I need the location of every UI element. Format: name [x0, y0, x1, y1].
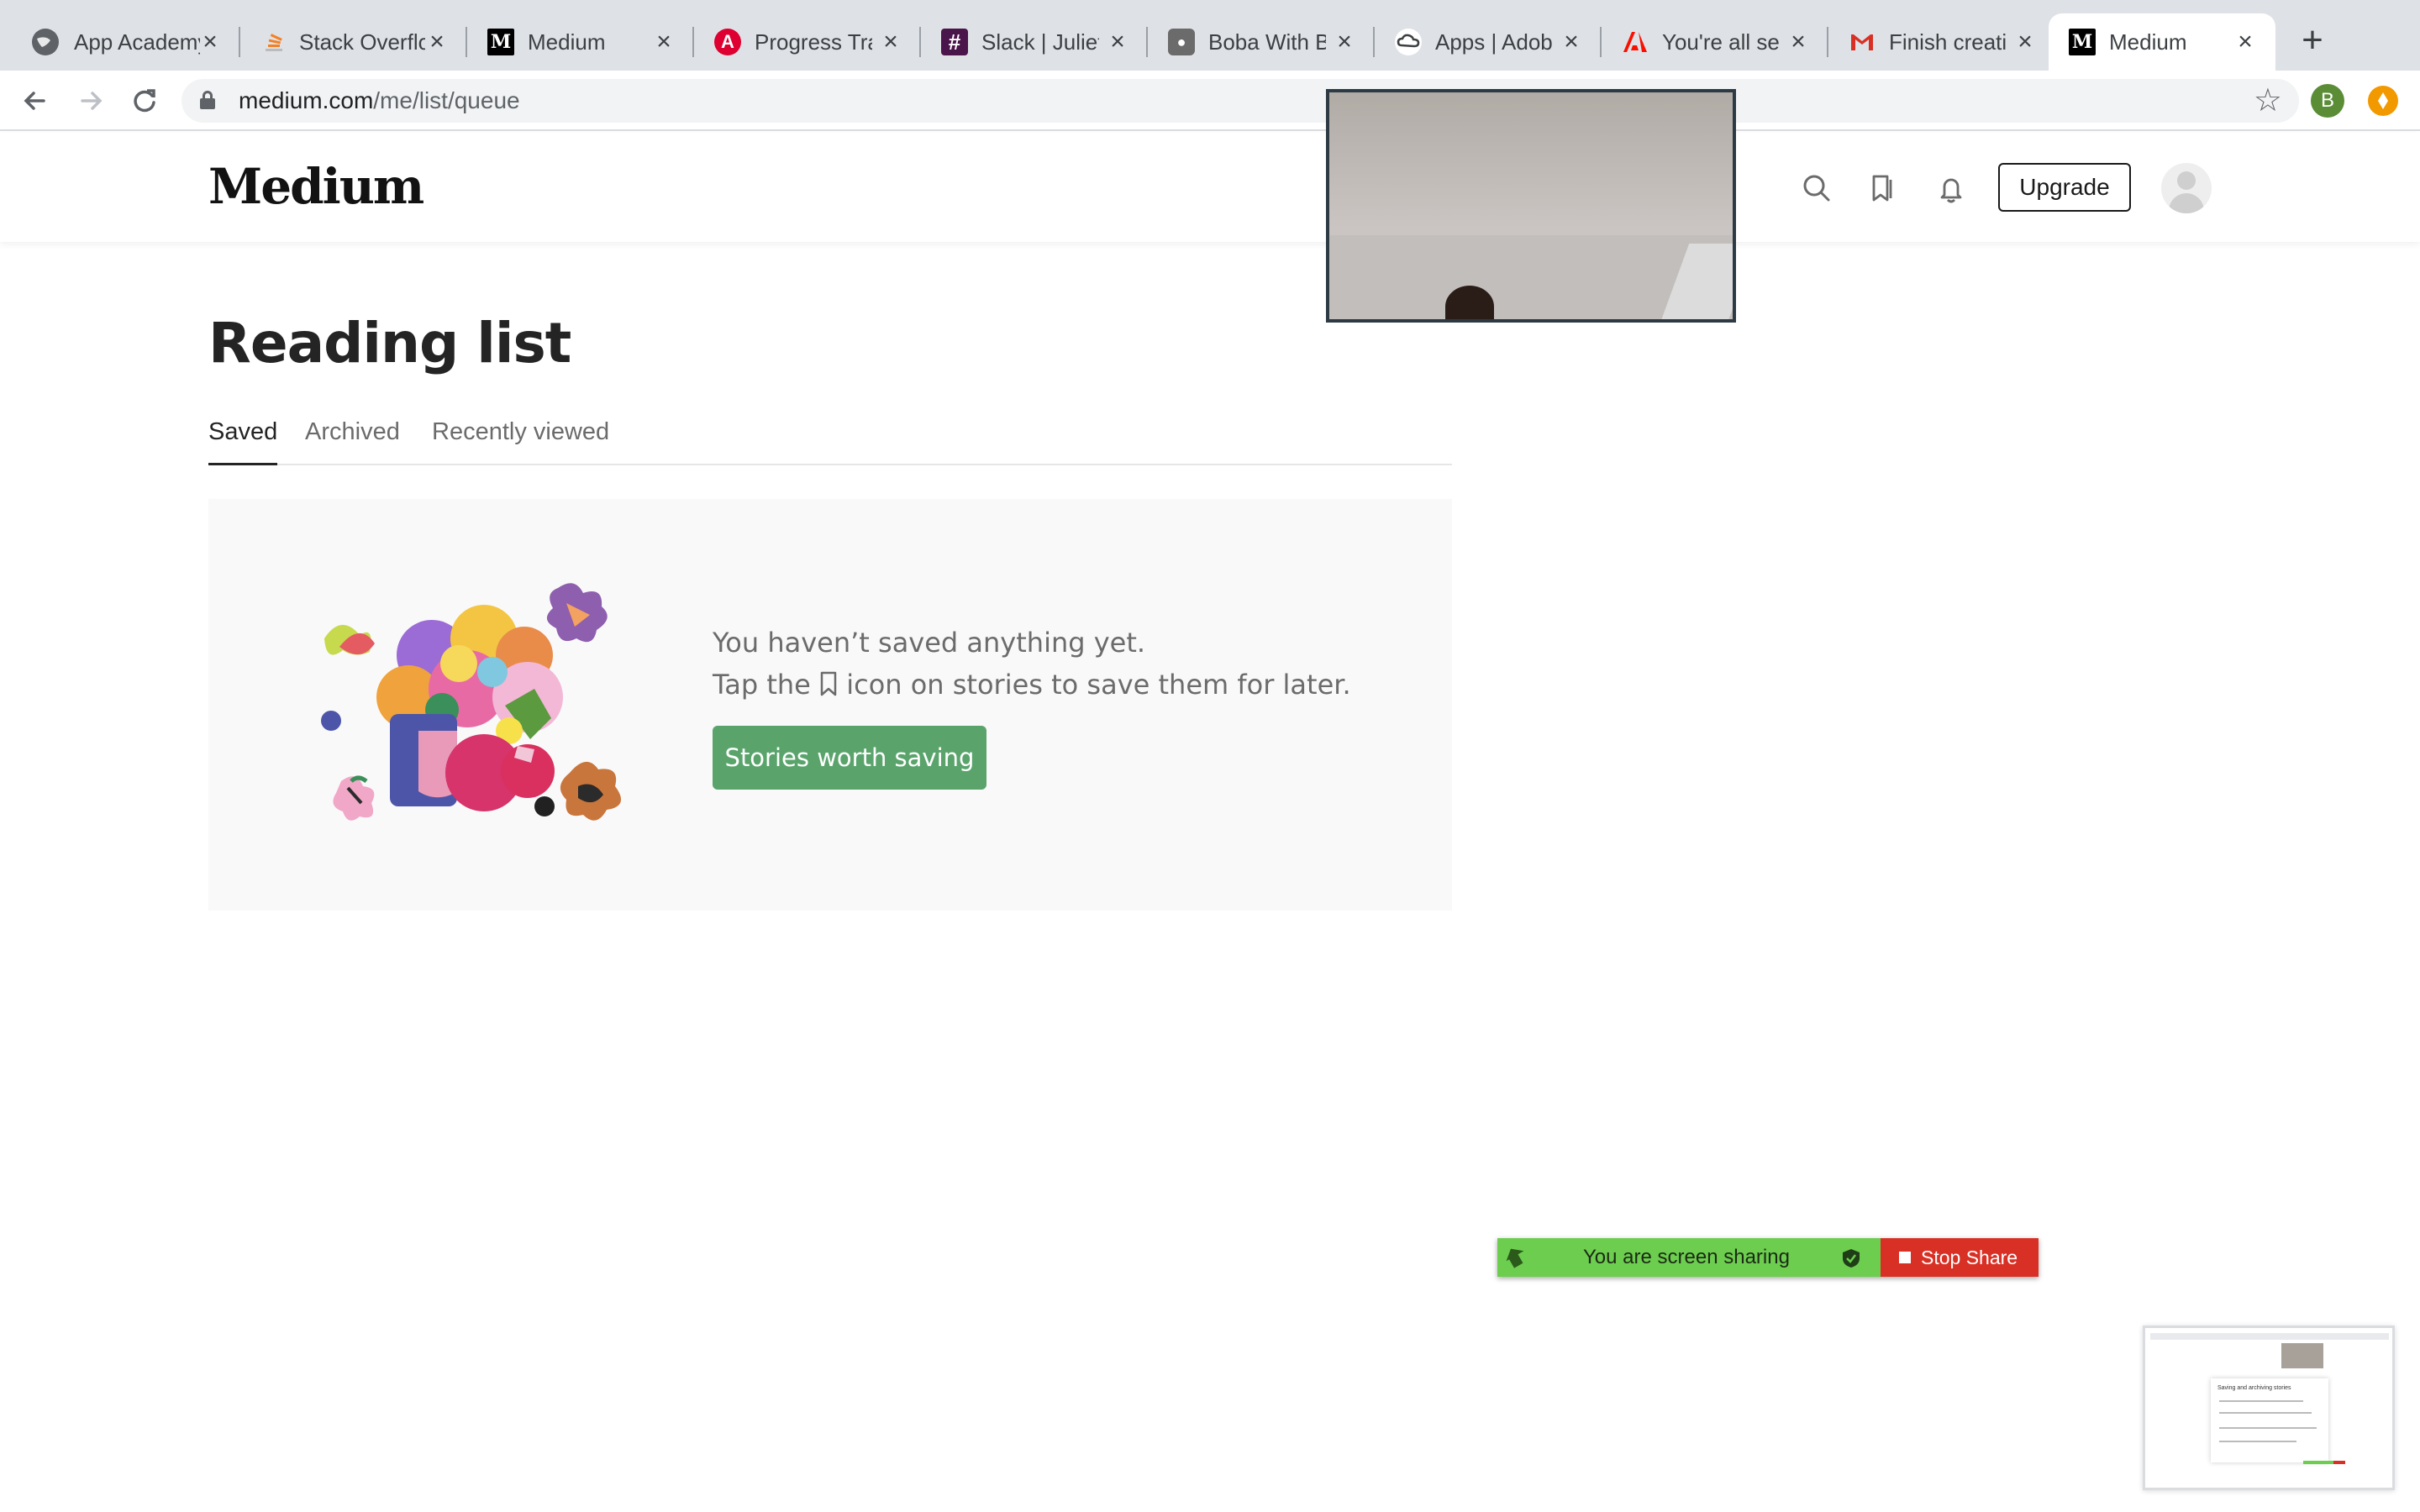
stackoverflow-icon — [260, 29, 287, 55]
thumbnail-modal-line — [2219, 1441, 2296, 1442]
close-icon[interactable]: × — [1556, 27, 1586, 57]
globe-icon — [32, 29, 59, 55]
thumbnail-modal-line — [2219, 1412, 2312, 1414]
screen-share-bar: You are screen sharing Stop Share — [1497, 1238, 2039, 1277]
video-person — [1445, 286, 1494, 319]
shield-check-icon — [1843, 1249, 1860, 1268]
forward-button[interactable] — [72, 82, 109, 119]
close-icon[interactable]: × — [422, 27, 452, 57]
stop-share-label: Stop Share — [1921, 1247, 2018, 1268]
slack-icon: # — [941, 29, 968, 55]
tab-saved[interactable]: Saved — [208, 415, 278, 465]
url-domain: medium.com — [239, 87, 374, 113]
stories-worth-saving-button[interactable]: Stories worth saving — [713, 726, 986, 790]
medium-icon: M — [487, 29, 514, 55]
close-icon[interactable]: × — [1329, 27, 1360, 57]
extension-icon[interactable] — [2368, 86, 2398, 116]
screen-preview-thumbnail[interactable]: Saving and archiving stories — [2143, 1326, 2395, 1490]
thumbnail-modal-line — [2219, 1427, 2317, 1429]
notifications-bell-icon[interactable] — [1934, 171, 1968, 205]
browser-tab-progress-tracker[interactable]: A Progress Tracker × — [694, 13, 921, 71]
tab-title: Medium — [2109, 29, 2187, 55]
browser-tab-stack-overflow[interactable]: Stack Overflow × — [240, 13, 467, 71]
thumbnail-share-red — [2333, 1461, 2345, 1464]
profile-avatar[interactable]: B — [2311, 84, 2344, 118]
empty-state-line2-start: Tap the — [713, 669, 811, 701]
close-icon[interactable]: × — [649, 27, 679, 57]
tab-title: Slack | Juliet — [981, 29, 1099, 55]
browser-tab-app-academy[interactable]: App Academy × — [0, 13, 240, 71]
bookmark-icon — [820, 671, 837, 696]
tab-title: Stack Overflow — [299, 29, 425, 55]
user-avatar[interactable] — [2161, 163, 2212, 213]
address-bar[interactable]: medium.com/me/list/queue ☆ — [182, 79, 2299, 123]
share-status[interactable]: You are screen sharing — [1497, 1238, 1881, 1277]
tab-title: Finish creating — [1889, 29, 2007, 55]
browser-tab-medium[interactable]: M Medium × — [467, 13, 694, 71]
thumbnail-browser-bar — [2150, 1333, 2389, 1340]
tab-title: App Academy — [74, 29, 200, 55]
empty-state-message: You haven’t saved anything yet. Tap the … — [713, 622, 1351, 706]
thumbnail-modal: Saving and archiving stories — [2211, 1378, 2328, 1462]
search-icon[interactable] — [1800, 171, 1833, 205]
empty-state-illustration — [321, 583, 622, 821]
browser-toolbar: medium.com/me/list/queue ☆ B — [0, 71, 2420, 131]
close-icon[interactable]: × — [1783, 27, 1813, 57]
thumbnail-modal-title: Saving and archiving stories — [2217, 1385, 2291, 1391]
tab-title: Apps | Adobe — [1435, 29, 1553, 55]
empty-state-panel: You haven’t saved anything yet. Tap the … — [208, 499, 1452, 911]
browser-tab-gmail[interactable]: Finish creating × — [1828, 13, 2055, 71]
close-icon[interactable]: × — [876, 27, 906, 57]
share-arrow-icon — [1506, 1246, 1526, 1269]
tab-title: Medium — [528, 29, 606, 55]
tab-title: You're all set — [1662, 29, 1780, 55]
browser-tab-boba[interactable]: ● Boba With B × — [1148, 13, 1375, 71]
close-icon[interactable]: × — [195, 27, 225, 57]
browser-tab-medium-active[interactable]: M Medium × — [2049, 13, 2275, 71]
medium-logo[interactable]: Medium — [208, 158, 424, 215]
angular-icon: A — [714, 29, 741, 55]
close-icon[interactable]: × — [2010, 27, 2040, 57]
browser-tab-strip: App Academy × Stack Overflow × M Medium … — [0, 0, 2420, 71]
lock-icon — [200, 91, 215, 109]
new-tab-button[interactable]: + — [2294, 22, 2331, 60]
page-title: Reading list — [208, 311, 571, 375]
stop-icon — [1899, 1252, 1911, 1263]
creative-cloud-icon — [1395, 29, 1422, 55]
thumbnail-share-green — [2303, 1461, 2333, 1464]
tab-title: Boba With B — [1208, 29, 1326, 55]
boba-icon: ● — [1168, 29, 1195, 55]
url-path: /me/list/queue — [373, 87, 520, 113]
empty-state-line2: Tap the icon on stories to save them for… — [713, 664, 1351, 706]
webcam-video-overlay[interactable] — [1326, 89, 1736, 323]
empty-state-line1: You haven’t saved anything yet. — [713, 627, 1146, 659]
bookmark-star-icon[interactable]: ☆ — [2254, 84, 2282, 118]
stop-share-button[interactable]: Stop Share — [1881, 1238, 2039, 1277]
thumbnail-video — [2281, 1343, 2323, 1368]
avatar-head — [2177, 171, 2196, 190]
tab-archived[interactable]: Archived — [305, 415, 400, 465]
avatar-shoulders — [2169, 193, 2204, 213]
back-button[interactable] — [17, 82, 54, 119]
upgrade-button[interactable]: Upgrade — [1998, 163, 2131, 212]
reload-button[interactable] — [126, 82, 163, 119]
tab-recently-viewed[interactable]: Recently viewed — [432, 415, 609, 465]
thumbnail-modal-line — [2219, 1400, 2303, 1402]
medium-icon: M — [2069, 29, 2096, 55]
browser-tab-slack[interactable]: # Slack | Juliet × — [921, 13, 1148, 71]
empty-state-line2-end: icon on stories to save them for later. — [846, 669, 1351, 701]
adobe-icon — [1622, 29, 1649, 55]
tab-title: Progress Tracker — [755, 29, 872, 55]
reading-list-tabs: Saved Archived Recently viewed — [208, 415, 1452, 465]
site-header: Medium Upgrade — [0, 133, 2420, 242]
close-icon[interactable]: × — [2230, 27, 2260, 57]
gmail-icon — [1849, 29, 1876, 55]
bookmarks-icon[interactable] — [1865, 171, 1899, 205]
browser-tab-adobe-apps[interactable]: Apps | Adobe × — [1375, 13, 1602, 71]
url-text: medium.com/me/list/queue — [239, 88, 520, 113]
browser-tab-adobe-all-set[interactable]: You're all set × — [1602, 13, 1828, 71]
share-status-text: You are screen sharing — [1583, 1246, 1790, 1268]
close-icon[interactable]: × — [1102, 27, 1133, 57]
